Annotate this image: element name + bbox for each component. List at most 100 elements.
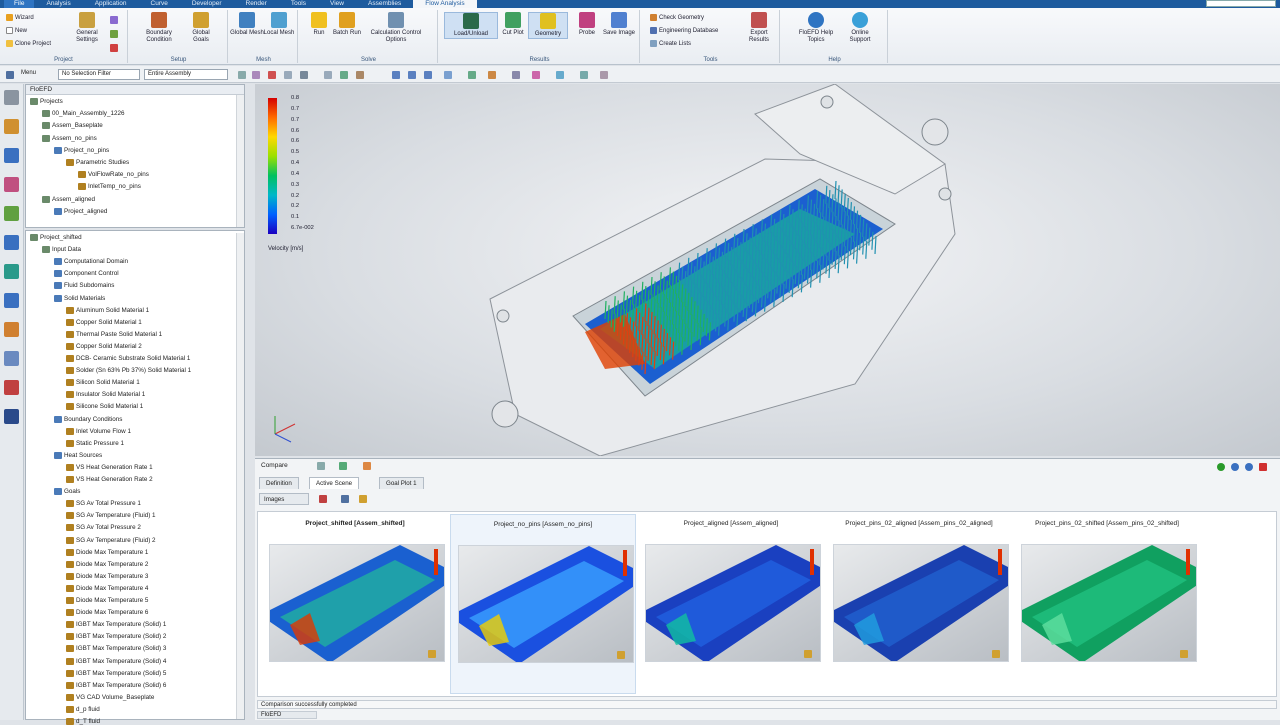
comparison-column[interactable]: Project_pins_02_shifted [Assem_pins_02_s…	[1014, 514, 1200, 694]
thumbnail-options-icon[interactable]	[992, 650, 1000, 658]
side-tool-icon[interactable]	[4, 90, 19, 105]
result-thumbnail[interactable]	[1021, 544, 1197, 662]
result-thumbnail[interactable]	[458, 545, 634, 663]
thumbnail-options-icon[interactable]	[428, 650, 436, 658]
tree-item[interactable]: IGBT Max Temperature (Solid) 4	[66, 657, 166, 665]
tree-scrollbar[interactable]	[236, 95, 244, 227]
toolbar-icon[interactable]	[268, 71, 276, 79]
toolbar-icon[interactable]	[556, 71, 564, 79]
project-tool-icon[interactable]	[110, 44, 118, 52]
new-project-button[interactable]: New	[6, 27, 27, 34]
tree-item[interactable]: Assem_no_pins	[42, 134, 97, 142]
tree-item[interactable]: Fluid Subdomains	[54, 282, 114, 290]
close-icon[interactable]	[1259, 463, 1267, 471]
tree-item[interactable]: Silicone Solid Material 1	[66, 403, 143, 411]
side-tool-icon[interactable]	[4, 206, 19, 221]
project-tool-icon[interactable]	[110, 30, 118, 38]
side-tool-icon[interactable]	[4, 409, 19, 424]
calculation-control-button[interactable]: Calculation Control Options	[368, 12, 424, 43]
toolbar-icon[interactable]	[444, 71, 452, 79]
result-thumbnail[interactable]	[645, 544, 821, 662]
tree-item[interactable]: Parametric Studies	[66, 159, 129, 166]
side-tool-icon[interactable]	[4, 148, 19, 163]
batch-run-button[interactable]: Batch Run	[330, 12, 364, 37]
save-image-button[interactable]: Save Image	[602, 12, 636, 37]
tree-item[interactable]: Assem_Baseplate	[42, 122, 103, 130]
tree-item[interactable]: Solder (Sn 63% Pb 37%) Solid Material 1	[66, 367, 191, 375]
help-topics-button[interactable]: FloEFD Help Topics	[796, 12, 836, 43]
toolbar-icon[interactable]	[468, 71, 476, 79]
global-goals-button[interactable]: Global Goals	[184, 12, 218, 43]
tree-item[interactable]: IGBT Max Temperature (Solid) 1	[66, 621, 166, 629]
comparison-column[interactable]: Project_shifted [Assem_shifted]	[262, 514, 448, 694]
probe-button[interactable]: Probe	[570, 12, 604, 37]
options-icon[interactable]	[1245, 463, 1253, 471]
side-tool-icon[interactable]	[4, 380, 19, 395]
toolbar-icon[interactable]	[532, 71, 540, 79]
side-tool-icon[interactable]	[4, 322, 19, 337]
tree-item[interactable]: Goals	[54, 488, 80, 496]
tree-item[interactable]: SG Av Total Pressure 2	[66, 524, 141, 532]
toolbar-icon[interactable]	[324, 71, 332, 79]
tree-item[interactable]: Boundary Conditions	[54, 415, 122, 423]
images-tool-icon[interactable]	[359, 495, 367, 503]
result-thumbnail[interactable]	[269, 544, 445, 662]
toolbar-icon[interactable]	[238, 71, 246, 79]
tree-item[interactable]: Inlet Volume Flow 1	[66, 427, 131, 435]
thumbnail-options-icon[interactable]	[617, 651, 625, 659]
comparison-column[interactable]: Project_aligned [Assem_aligned]	[638, 514, 824, 694]
online-support-button[interactable]: Online Support	[840, 12, 880, 43]
tree-item[interactable]: SG Av Temperature (Fluid) 2	[66, 536, 156, 544]
ribbon-tab-curve[interactable]: Curve	[139, 0, 180, 8]
global-mesh-button[interactable]: Global Mesh	[230, 12, 264, 37]
menu-dropdown[interactable]: Menu	[18, 69, 50, 80]
images-tool-icon[interactable]	[319, 495, 327, 503]
ribbon-tab-render[interactable]: Render	[234, 0, 279, 8]
tree-item[interactable]: SG Av Total Pressure 1	[66, 500, 141, 508]
general-settings-button[interactable]: General Settings	[70, 12, 104, 43]
tab-active-scene[interactable]: Active Scene	[309, 477, 360, 489]
create-lists-button[interactable]: Create Lists	[650, 40, 691, 47]
tree-item[interactable]: 00_Main_Assembly_1226	[42, 110, 124, 118]
compare-tool-icon[interactable]	[339, 462, 347, 470]
export-results-button[interactable]: Export Results	[742, 12, 776, 43]
tree-item[interactable]: Project_aligned	[54, 207, 107, 215]
tree-item[interactable]: Diode Max Temperature 3	[66, 572, 148, 580]
side-tool-icon[interactable]	[4, 293, 19, 308]
tree-item[interactable]: IGBT Max Temperature (Solid) 6	[66, 681, 166, 689]
tree-item[interactable]: Copper Solid Material 2	[66, 342, 142, 350]
tree-item[interactable]: VS Heat Generation Rate 2	[66, 476, 153, 483]
ribbon-tab-file[interactable]: File	[4, 0, 35, 8]
taskbar-button[interactable]: FloEFD	[257, 711, 317, 719]
toolbar-icon[interactable]	[284, 71, 292, 79]
graphics-viewport[interactable]: Velocity [m/s] 0.8 0.7 0.7 0.6 0.6 0.5 0.4 0.4 0…	[255, 84, 1280, 456]
tree-item[interactable]: Copper Solid Material 1	[66, 318, 142, 326]
images-dropdown[interactable]: Images	[259, 493, 309, 505]
menu-icon[interactable]	[6, 71, 14, 79]
ribbon-tab-flow-analysis[interactable]: Flow Analysis	[413, 0, 477, 8]
geometry-button[interactable]: Geometry	[528, 12, 568, 39]
tree-item[interactable]: DCB- Ceramic Substrate Solid Material 1	[66, 355, 190, 362]
tree-item[interactable]: InletTemp_no_pins	[78, 183, 141, 191]
assembly-scope-dropdown[interactable]: Entire Assembly	[144, 69, 228, 80]
tree-item[interactable]: Solid Materials	[54, 294, 105, 302]
tree-item[interactable]: IGBT Max Temperature (Solid) 2	[66, 633, 166, 641]
ribbon-tab-analysis[interactable]: Analysis	[34, 0, 82, 8]
tree-item[interactable]: Static Pressure 1	[66, 439, 124, 447]
refresh-icon[interactable]	[1231, 463, 1239, 471]
tree-item[interactable]: Project_no_pins	[54, 146, 109, 154]
tree-item[interactable]: VG CAD Volume_Baseplate	[66, 693, 154, 701]
thumbnail-options-icon[interactable]	[1180, 650, 1188, 658]
compare-tool-icon[interactable]	[317, 462, 325, 470]
toolbar-icon[interactable]	[356, 71, 364, 79]
quick-search-input[interactable]	[1206, 0, 1276, 7]
tab-definition[interactable]: Definition	[259, 477, 299, 489]
toolbar-icon[interactable]	[512, 71, 520, 79]
tree-item[interactable]: d_p fluid	[66, 705, 100, 713]
tree-item[interactable]: Computational Domain	[54, 258, 128, 266]
comparison-column[interactable]: Project_pins_02_aligned [Assem_pins_02_a…	[826, 514, 1012, 694]
tree-item[interactable]: Insulator Solid Material 1	[66, 391, 145, 399]
tree-item[interactable]: Component Control	[54, 270, 119, 278]
tree-item[interactable]: Project_shifted	[30, 234, 82, 241]
result-thumbnail[interactable]	[833, 544, 1009, 662]
